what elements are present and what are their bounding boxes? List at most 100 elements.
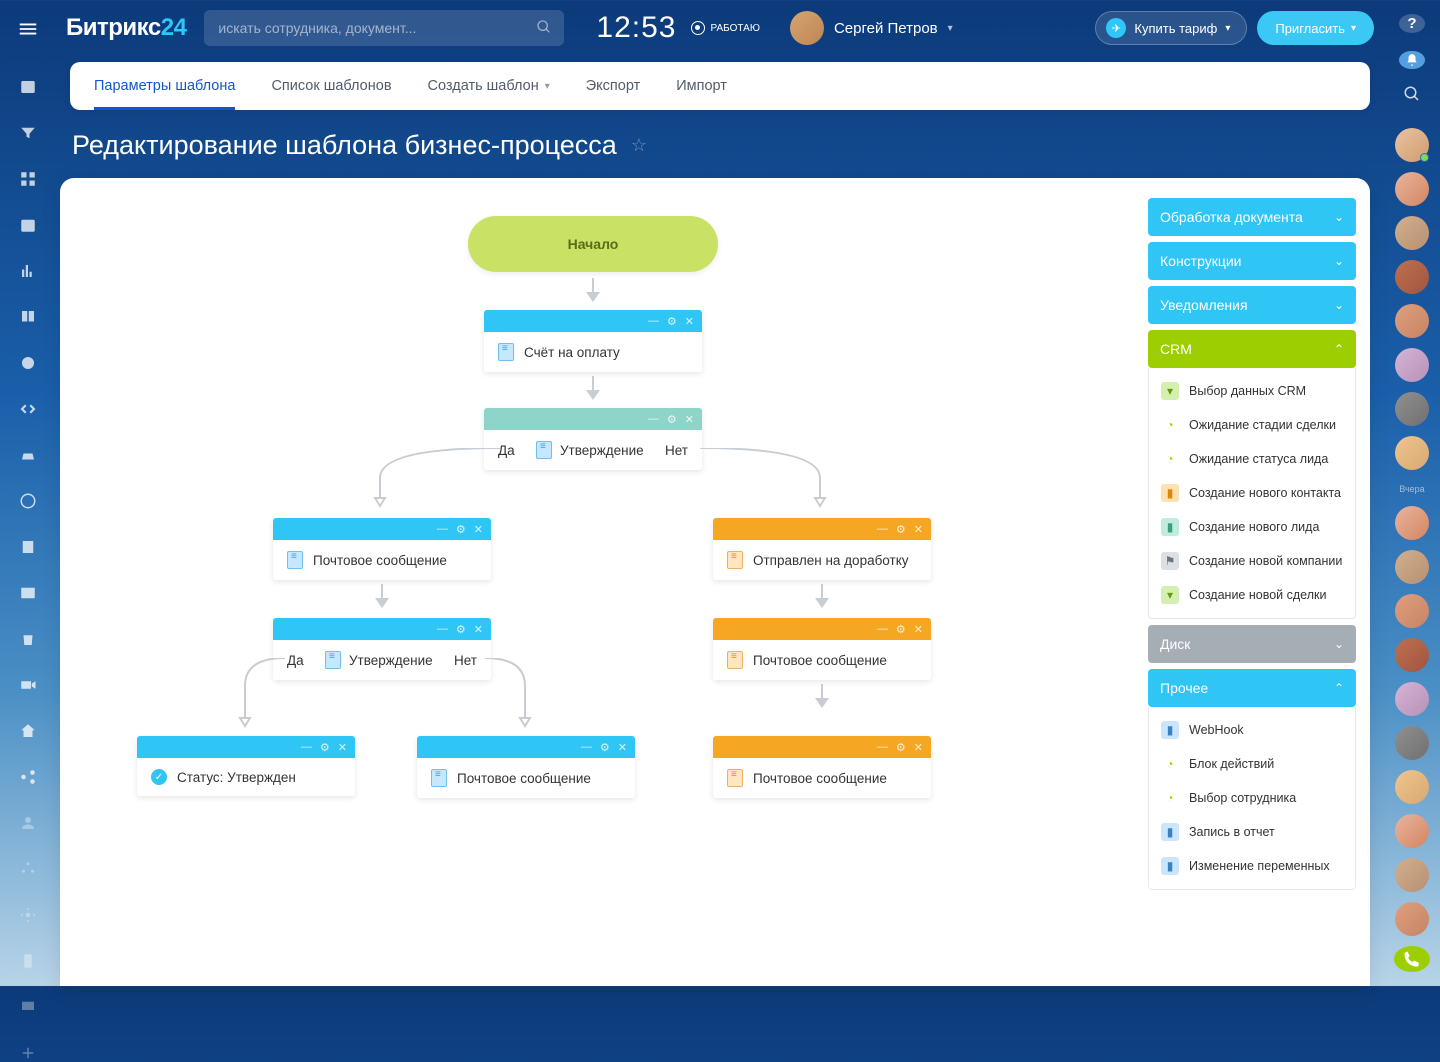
nav-code-icon[interactable] [18, 400, 38, 418]
nav-home-icon[interactable] [18, 722, 38, 740]
tab-create[interactable]: Создать шаблон▾ [428, 62, 550, 110]
contact-avatar[interactable] [1395, 550, 1429, 584]
contact-avatar[interactable] [1395, 638, 1429, 672]
other-item[interactable]: ▮Изменение переменных [1149, 849, 1355, 883]
help-button[interactable]: ? [1399, 14, 1425, 33]
nav-globe-icon[interactable] [18, 492, 38, 510]
panel-other[interactable]: Прочее⌃ [1148, 669, 1356, 707]
nav-book-icon[interactable] [18, 308, 38, 326]
close-icon[interactable]: ✕ [685, 315, 694, 328]
contact-avatar[interactable] [1395, 172, 1429, 206]
nav-video-icon[interactable] [18, 676, 38, 694]
node-mail-1[interactable]: —⚙✕ Почтовое сообщение [273, 518, 491, 580]
nav-filter-icon[interactable] [18, 124, 38, 142]
gear-icon[interactable]: ⚙ [667, 315, 677, 328]
contact-avatar[interactable] [1395, 216, 1429, 250]
panel-disk[interactable]: Диск⌄ [1148, 625, 1356, 663]
work-status[interactable]: РАБОТАЮ [691, 21, 760, 35]
close-icon[interactable]: ✕ [338, 741, 347, 754]
nav-share-icon[interactable] [18, 768, 38, 786]
nav-android-icon[interactable] [18, 354, 38, 372]
close-icon[interactable]: ✕ [914, 623, 923, 636]
nav-feed-icon[interactable] [18, 78, 38, 96]
crm-item[interactable]: ◔Ожидание стадии сделки [1149, 408, 1355, 442]
contact-avatar[interactable] [1395, 814, 1429, 848]
panel-notifications[interactable]: Уведомления⌄ [1148, 286, 1356, 324]
gear-icon[interactable]: ⚙ [600, 741, 610, 754]
minimize-icon[interactable]: — [437, 523, 448, 535]
node-mail-3[interactable]: —⚙✕ Почтовое сообщение [417, 736, 635, 798]
nav-calendar-icon[interactable] [18, 216, 38, 234]
buy-plan-button[interactable]: ✈ Купить тариф ▾ [1095, 11, 1247, 45]
node-approval[interactable]: —⚙✕ Да Утверждение Нет [484, 408, 702, 470]
contact-avatar[interactable] [1395, 726, 1429, 760]
gear-icon[interactable]: ⚙ [896, 523, 906, 536]
gear-icon[interactable]: ⚙ [456, 523, 466, 536]
menu-button[interactable] [16, 18, 40, 40]
close-icon[interactable]: ✕ [914, 523, 923, 536]
panel-doc-processing[interactable]: Обработка документа⌄ [1148, 198, 1356, 236]
node-start[interactable]: Начало [468, 216, 718, 272]
contact-avatar[interactable] [1395, 304, 1429, 338]
node-status-approved[interactable]: —⚙✕ ✓Статус: Утвержден [137, 736, 355, 796]
node-rework[interactable]: —⚙✕ Отправлен на доработку [713, 518, 931, 580]
contact-avatar[interactable] [1395, 594, 1429, 628]
contact-avatar[interactable] [1395, 392, 1429, 426]
gear-icon[interactable]: ⚙ [456, 623, 466, 636]
star-icon[interactable]: ☆ [631, 135, 647, 156]
close-icon[interactable]: ✕ [685, 413, 694, 426]
contact-avatar[interactable] [1395, 348, 1429, 382]
user-menu[interactable]: Сергей Петров ▾ [790, 11, 953, 45]
contact-avatar[interactable] [1395, 858, 1429, 892]
nav-ship-icon[interactable] [18, 446, 38, 464]
notifications-button[interactable] [1399, 51, 1425, 70]
nav-building-icon[interactable] [18, 538, 38, 556]
crm-item[interactable]: ▮Создание нового контакта [1149, 476, 1355, 510]
nav-gear-icon[interactable] [18, 906, 38, 924]
nav-mobile-icon[interactable] [18, 952, 38, 970]
call-button[interactable] [1394, 946, 1430, 972]
nav-user-icon[interactable] [18, 814, 38, 832]
crm-item[interactable]: ▾Создание новой сделки [1149, 578, 1355, 612]
other-item[interactable]: ◔Блок действий [1149, 747, 1355, 781]
panel-constructions[interactable]: Конструкции⌄ [1148, 242, 1356, 280]
other-item[interactable]: ▮WebHook [1149, 713, 1355, 747]
nav-laptop-icon[interactable] [18, 998, 38, 1016]
other-item[interactable]: ◔Выбор сотрудника [1149, 781, 1355, 815]
invite-button[interactable]: Пригласить ▾ [1257, 11, 1374, 45]
gear-icon[interactable]: ⚙ [667, 413, 677, 426]
search-box[interactable] [204, 10, 564, 46]
search-input[interactable] [218, 20, 550, 36]
crm-item[interactable]: ◔Ожидание статуса лида [1149, 442, 1355, 476]
contact-avatar[interactable] [1395, 128, 1429, 162]
contact-avatar[interactable] [1395, 682, 1429, 716]
other-item[interactable]: ▮Запись в отчет [1149, 815, 1355, 849]
nav-apps-icon[interactable] [18, 170, 38, 188]
tab-params[interactable]: Параметры шаблона [94, 62, 235, 110]
logo[interactable]: Битрикс24 [66, 14, 186, 42]
contact-avatar[interactable] [1395, 902, 1429, 936]
gear-icon[interactable]: ⚙ [320, 741, 330, 754]
close-icon[interactable]: ✕ [618, 741, 627, 754]
nav-trash-icon[interactable] [18, 630, 38, 648]
close-icon[interactable]: ✕ [474, 623, 483, 636]
nav-add-icon[interactable] [18, 1044, 38, 1062]
crm-item[interactable]: ⚑Создание новой компании [1149, 544, 1355, 578]
sidebar-search-icon[interactable] [1403, 85, 1421, 108]
node-approval-2[interactable]: —⚙✕ Да Утверждение Нет [273, 618, 491, 680]
tab-export[interactable]: Экспорт [586, 62, 640, 110]
panel-crm[interactable]: CRM⌃ [1148, 330, 1356, 368]
minimize-icon[interactable]: — [877, 623, 888, 635]
nav-chart-icon[interactable] [18, 262, 38, 280]
gear-icon[interactable]: ⚙ [896, 741, 906, 754]
close-icon[interactable]: ✕ [914, 741, 923, 754]
contact-avatar[interactable] [1395, 436, 1429, 470]
tab-list[interactable]: Список шаблонов [271, 62, 391, 110]
tab-import[interactable]: Импорт [676, 62, 727, 110]
contact-avatar[interactable] [1395, 260, 1429, 294]
nav-sitemap-icon[interactable] [18, 860, 38, 878]
crm-item[interactable]: ▾Выбор данных CRM [1149, 374, 1355, 408]
minimize-icon[interactable]: — [877, 523, 888, 535]
contact-avatar[interactable] [1395, 770, 1429, 804]
node-invoice[interactable]: —⚙✕ Счёт на оплату [484, 310, 702, 372]
